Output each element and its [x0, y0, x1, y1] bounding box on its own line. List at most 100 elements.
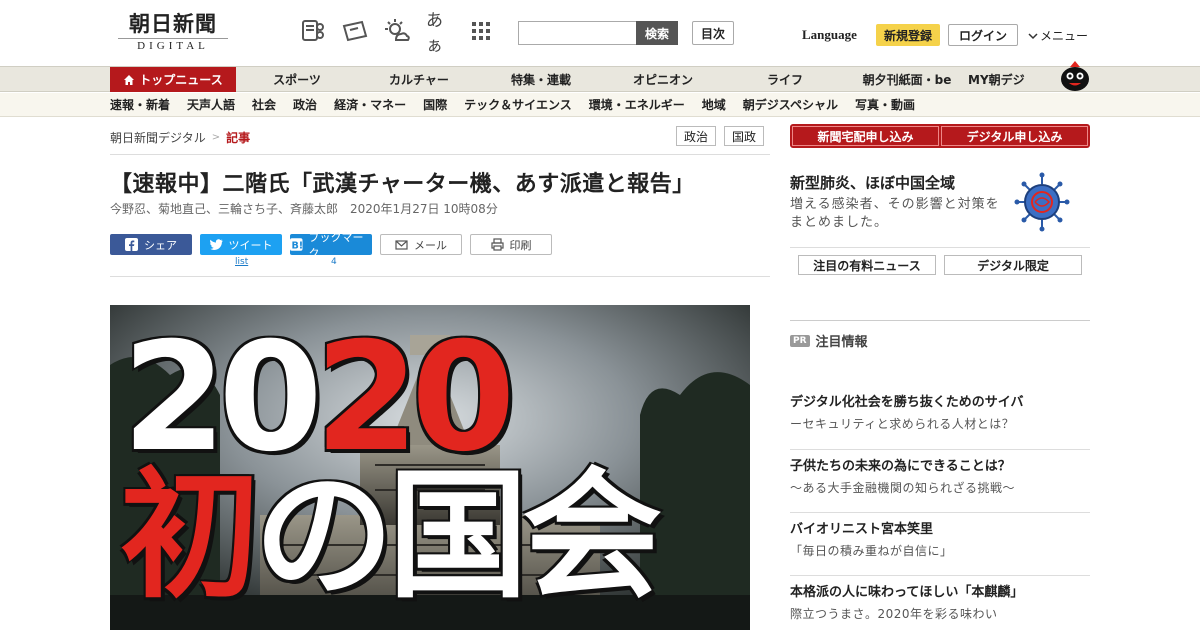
list-item[interactable]: デジタル化社会を勝ち抜くためのサイバ ーセキュリティと求められる人材とは？ — [790, 386, 1090, 449]
pr-item-title: デジタル化社会を勝ち抜くためのサイバ — [790, 395, 1024, 410]
nav-opinion[interactable]: オピニオン — [602, 67, 724, 92]
subnav-photo-video[interactable]: 写真・動画 — [855, 96, 915, 113]
tag-national-politics[interactable]: 国政 — [724, 126, 765, 146]
hero-headline-rest: の国会 — [254, 455, 662, 618]
search-form: 検索 — [518, 21, 678, 45]
twitter-share-button[interactable]: ツイート — [200, 234, 282, 255]
menu-label: メニュー — [1040, 29, 1089, 43]
text-size-label: あぁ — [426, 11, 443, 56]
divider — [790, 320, 1090, 321]
twitter-count[interactable]: list — [235, 257, 248, 267]
mail-share-label: メール — [414, 238, 447, 252]
share-bar: シェア ツイート B! ブックマーク メール 印刷 — [110, 231, 552, 260]
subnav-politics[interactable]: 政治 — [293, 96, 317, 113]
subnav-environment[interactable]: 環境・エネルギー — [589, 96, 685, 113]
logo-sub-text: DIGITAL — [118, 38, 228, 52]
subnav-society[interactable]: 社会 — [252, 96, 276, 113]
pr-badge: PR — [790, 334, 810, 347]
site-logo[interactable]: 朝日新聞 DIGITAL — [118, 12, 228, 52]
breadcrumb: 朝日新聞デジタル > 記事 — [110, 129, 250, 146]
tab-premium-news[interactable]: 注目の有料ニュース — [798, 255, 936, 275]
article-tags: 政治 国政 — [676, 126, 765, 146]
list-item[interactable]: 子供たちの未来の為にできることは？ ～ある大手金融機関の知られざる挑戦～ — [790, 449, 1090, 512]
hatena-count[interactable]: 4 — [331, 257, 337, 267]
subnav-breaking[interactable]: 速報・新着 — [110, 96, 170, 113]
feature-description[interactable]: 増える感染者、その影響と対策をまとめました。 — [790, 196, 1004, 232]
twitter-icon — [209, 239, 223, 250]
divider — [110, 276, 770, 277]
breadcrumb-current: 記事 — [226, 131, 251, 145]
divider — [110, 154, 770, 155]
subscribe-paper-button[interactable]: 新聞宅配申し込み — [792, 126, 939, 146]
hero-headline-first: 初 — [120, 455, 260, 618]
header-icon-bar: あぁ — [300, 11, 494, 56]
index-button[interactable]: 目次 — [692, 21, 734, 45]
print-button[interactable]: 印刷 — [470, 234, 552, 255]
pr-item-title: 本格派の人に味わってほしい「本麒麟」 — [790, 585, 1024, 600]
newspaper-scissors-icon[interactable] — [300, 18, 326, 44]
coronavirus-illustration[interactable] — [1006, 168, 1090, 236]
nav-culture[interactable]: カルチャー — [358, 67, 480, 92]
nav-top-news-label: トップニュース — [139, 73, 223, 87]
ticket-icon[interactable] — [342, 18, 368, 44]
facebook-share-label: シェア — [144, 238, 177, 252]
subnav-economy[interactable]: 経済・マネー — [334, 96, 406, 113]
login-button[interactable]: ログイン — [948, 24, 1018, 46]
subnav-tech-science[interactable]: テック＆サイエンス — [464, 96, 572, 113]
logo-main-text: 朝日新聞 — [129, 11, 217, 36]
pr-section-header: PR 注目情報 — [790, 331, 868, 350]
article-byline: 今野忍、菊地直己、三輪さち子、斉藤太郎 2020年1月27日 10時08分 — [110, 200, 498, 217]
list-item[interactable]: 本格派の人に味わってほしい「本麒麟」 際立つうまさ。2020年を彩る味わい — [790, 575, 1090, 630]
facebook-share-button[interactable]: シェア — [110, 234, 192, 255]
sub-nav: 速報・新着 天声人語 社会 政治 経済・マネー 国際 テック＆サイエンス 環境・… — [0, 93, 1200, 117]
breadcrumb-root[interactable]: 朝日新聞デジタル — [110, 129, 206, 146]
text-size-icon[interactable]: あぁ — [426, 11, 452, 56]
article-date: 2020年1月27日 10時08分 — [350, 202, 498, 216]
search-input[interactable] — [518, 21, 636, 45]
site-header: 朝日新聞 DIGITAL あぁ 検索 目次 Language 新規登録 ログイン… — [0, 0, 1200, 66]
hero-year-text: 2020 — [122, 323, 515, 473]
svg-text:B!: B! — [291, 240, 302, 251]
hatena-bookmark-icon: B! — [290, 238, 303, 251]
hatena-bookmark-button[interactable]: B! ブックマーク — [290, 231, 372, 260]
feature-title[interactable]: 新型肺炎、ほぼ中国全域 — [790, 172, 955, 193]
nav-newspaper-be[interactable]: 朝夕刊紙面・be — [846, 67, 968, 92]
nav-sports[interactable]: スポーツ — [236, 67, 358, 92]
grid-menu-icon[interactable] — [468, 18, 494, 44]
pr-item-title: 子供たちの未来の為にできることは？ — [790, 459, 1011, 474]
breadcrumb-separator: > — [211, 132, 221, 143]
mail-share-button[interactable]: メール — [380, 234, 462, 255]
hero-headline-text: 初の国会 — [120, 467, 662, 607]
pr-list: デジタル化社会を勝ち抜くためのサイバ ーセキュリティと求められる人材とは？ 子供… — [790, 386, 1090, 630]
hatena-bookmark-label: ブックマーク — [308, 230, 364, 260]
pr-item-title: バイオリニスト宮本笑里 — [790, 522, 934, 537]
facebook-icon — [125, 238, 138, 251]
nav-features[interactable]: 特集・連載 — [480, 67, 602, 92]
list-item[interactable]: バイオリニスト宮本笑里 「毎日の積み重ねが自信に」 — [790, 512, 1090, 575]
sidebar-tabs: 注目の有料ニュース デジタル限定 — [798, 255, 1082, 275]
tab-digital-only[interactable]: デジタル限定 — [944, 255, 1082, 275]
divider — [790, 247, 1090, 248]
print-icon — [490, 238, 504, 251]
search-button[interactable]: 検索 — [636, 21, 678, 45]
nav-top-news[interactable]: トップニュース — [110, 67, 236, 92]
weather-icon[interactable] — [384, 18, 410, 44]
pr-item-subtitle: ーセキュリティと求められる人材とは？ — [790, 417, 1015, 431]
language-link[interactable]: Language — [802, 27, 857, 43]
subnav-regional[interactable]: 地域 — [702, 96, 726, 113]
subnav-tensei-jingo[interactable]: 天声人語 — [187, 96, 235, 113]
subscribe-digital-button[interactable]: デジタル申し込み — [941, 126, 1088, 146]
article-authors: 今野忍、菊地直己、三輪さち子、斉藤太郎 — [110, 202, 339, 216]
mascot-icon[interactable] — [1058, 58, 1092, 92]
menu-button[interactable]: メニュー — [1028, 27, 1088, 44]
pr-item-subtitle: 「毎日の積み重ねが自信に」 — [790, 544, 953, 558]
print-label: 印刷 — [509, 238, 532, 252]
tag-politics[interactable]: 政治 — [676, 126, 717, 146]
subnav-special[interactable]: 朝デジスペシャル — [743, 96, 838, 113]
signup-button[interactable]: 新規登録 — [876, 24, 940, 46]
chevron-down-icon — [1028, 32, 1038, 39]
nav-life[interactable]: ライフ — [724, 67, 846, 92]
pr-item-subtitle: ～ある大手金融機関の知られざる挑戦～ — [790, 481, 1016, 495]
mail-icon — [395, 240, 408, 250]
subnav-international[interactable]: 国際 — [423, 96, 447, 113]
